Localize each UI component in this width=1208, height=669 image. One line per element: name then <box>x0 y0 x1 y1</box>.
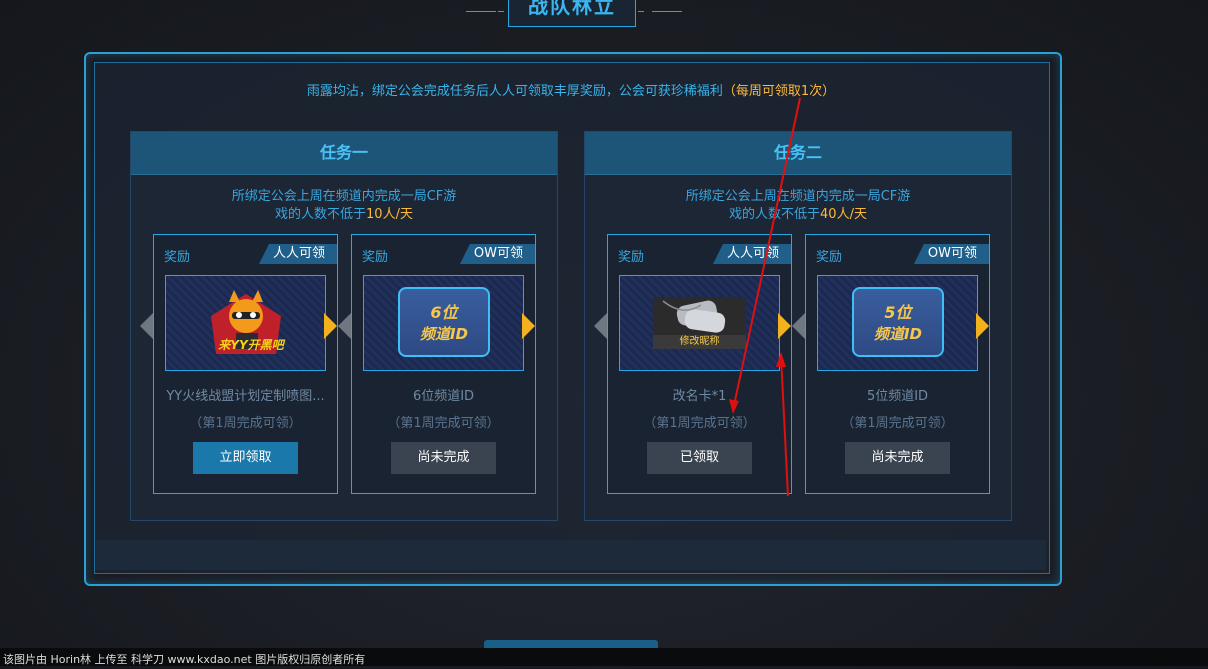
annotation-arrow-head <box>729 399 739 414</box>
bottom-tab[interactable] <box>484 640 658 648</box>
watermark-text: 该图片由 Horin林 上传至 科学刀 www.kxdao.net 图片版权归原… <box>3 653 366 666</box>
annotation-arrows <box>729 97 801 497</box>
annotation-arrow-line <box>780 355 789 497</box>
annotation-arrow-head <box>776 352 786 367</box>
annotation-arrow-line <box>732 97 801 411</box>
watermark-footer: 该图片由 Horin林 上传至 科学刀 www.kxdao.net 图片版权归原… <box>0 648 1208 666</box>
